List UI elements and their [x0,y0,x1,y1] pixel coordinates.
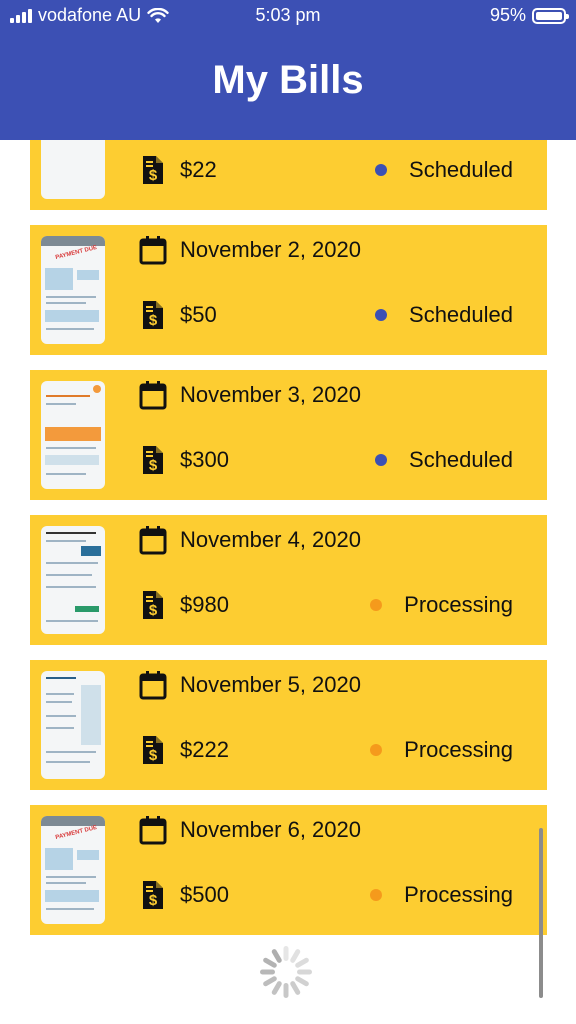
bill-amount: $222 [180,737,229,762]
calendar-icon [138,670,168,700]
bill-date-row: November 2, 2020 [138,235,361,265]
bill-status: Processing [404,882,513,907]
bill-amount-row: $ $22 [138,155,217,185]
bill-card[interactable]: PAYMENT DUE November 6, 2020 $ $500 Processi… [30,805,547,935]
invoice-dollar-icon: $ [138,880,168,910]
status-dot-icon [375,309,388,321]
bill-date-row: November 3, 2020 [138,380,361,410]
bill-status-row: Processing [370,590,513,620]
svg-text:$: $ [149,457,158,474]
bill-amount-row: $ $980 [138,590,229,620]
bill-date-row: November 6, 2020 [138,815,361,845]
bill-amount: $22 [180,157,217,182]
bill-status: Processing [404,737,513,762]
bill-amount: $50 [180,302,217,327]
spinner-spoke [260,969,275,975]
bill-card[interactable]: $ $22 Scheduled [30,140,547,210]
loading-spinner-icon [260,946,312,998]
status-dot-icon [375,454,388,466]
bill-amount: $300 [180,447,229,472]
bill-date: November 3, 2020 [180,382,361,407]
bill-status: Scheduled [409,302,513,327]
bill-amount-row: $ $500 [138,880,229,910]
status-dot-icon [370,744,383,756]
bill-thumbnail[interactable]: PAYMENT DUE [41,816,105,924]
bill-date: November 6, 2020 [180,817,361,842]
battery-percent: 95% [489,5,526,25]
bill-amount-row: $ $50 [138,300,217,330]
invoice-dollar-icon: $ [138,300,168,330]
bill-card[interactable]: November 4, 2020 $ $980 Processing [30,515,547,645]
bill-status-row: Scheduled [375,155,513,185]
status-dot-icon [370,599,383,611]
bill-amount-row: $ $300 [138,445,229,475]
bill-amount: $980 [180,592,229,617]
calendar-icon [138,380,168,410]
bill-card[interactable]: PAYMENT DUE November 2, 2020 $ $50 Scheduled [30,225,547,355]
page-title: My Bills [212,58,364,102]
bill-card[interactable]: November 3, 2020 $ $300 Scheduled [30,370,547,500]
spinner-spoke [283,983,289,998]
invoice-dollar-icon: $ [138,445,168,475]
bill-card[interactable]: November 5, 2020 $ $222 Processing [30,660,547,790]
calendar-icon [138,235,168,265]
bill-status-row: Scheduled [375,300,513,330]
invoice-dollar-icon: $ [138,590,168,620]
bill-status: Scheduled [409,157,513,182]
bill-status-row: Processing [370,880,513,910]
bill-status-row: Processing [370,735,513,765]
bill-status: Processing [404,592,513,617]
svg-text:$: $ [149,602,158,619]
bill-amount-row: $ $222 [138,735,229,765]
status-dot-icon [370,889,383,901]
spinner-spoke [297,969,312,975]
calendar-icon [138,525,168,555]
spinner-spoke [283,946,289,961]
svg-text:$: $ [149,312,158,329]
app-header: vodafone AU 5:03 pm 95% My Bills [0,0,576,140]
scrollbar[interactable] [539,828,543,998]
bill-thumbnail[interactable] [41,140,105,199]
calendar-icon [138,815,168,845]
bill-date: November 5, 2020 [180,672,361,697]
status-right: 95% [489,5,569,26]
battery-icon [532,7,569,24]
bill-thumbnail[interactable] [41,671,105,779]
bill-date: November 4, 2020 [180,527,361,552]
bill-status-row: Scheduled [375,445,513,475]
svg-text:$: $ [149,167,158,184]
bill-thumbnail[interactable]: PAYMENT DUE [41,236,105,344]
bill-thumbnail[interactable] [41,526,105,634]
bills-list[interactable]: $ $22 Scheduled PAYMENT DUE November 2, 2020… [0,140,576,1024]
svg-text:$: $ [149,747,158,764]
bill-date-row: November 4, 2020 [138,525,361,555]
svg-text:$: $ [149,892,158,909]
invoice-dollar-icon: $ [138,155,168,185]
bill-date-row: November 5, 2020 [138,670,361,700]
bill-amount: $500 [180,882,229,907]
bill-thumbnail[interactable] [41,381,105,489]
invoice-dollar-icon: $ [138,735,168,765]
status-bar: vodafone AU 5:03 pm 95% [0,0,576,34]
bill-date: November 2, 2020 [180,237,361,262]
status-dot-icon [375,164,388,176]
bill-status: Scheduled [409,447,513,472]
